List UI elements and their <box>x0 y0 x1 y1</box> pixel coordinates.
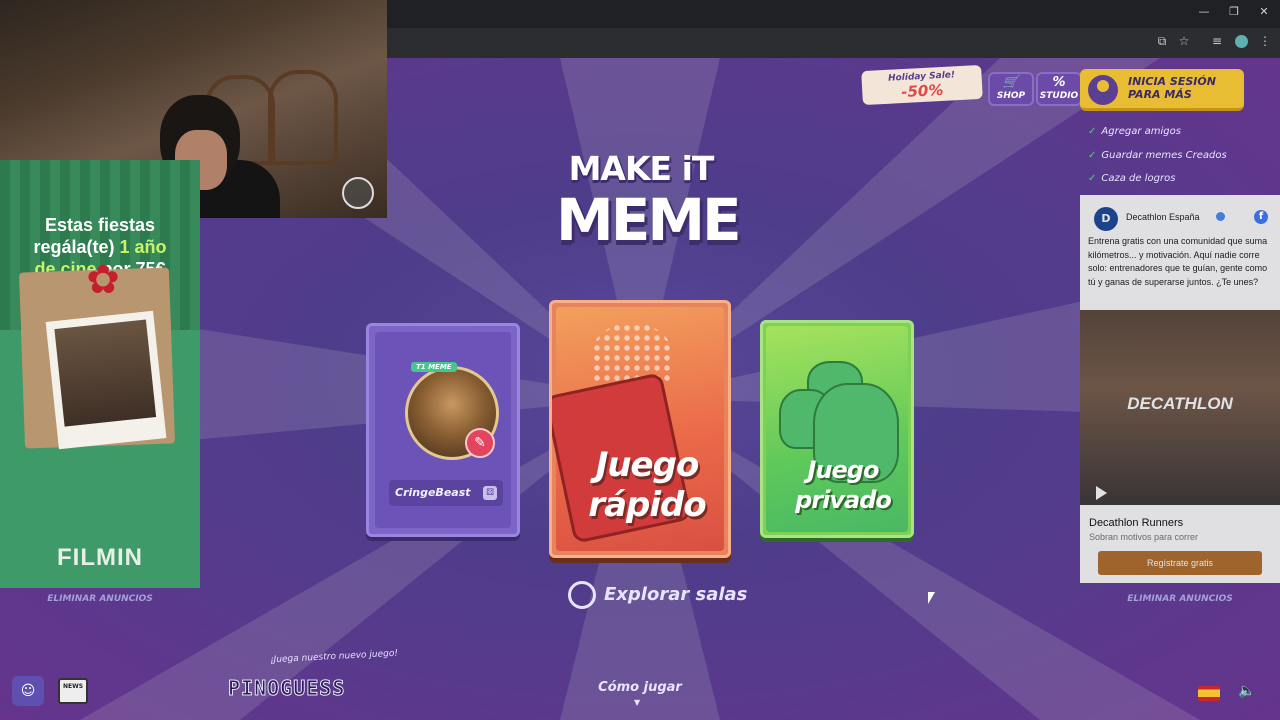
ad-headline-line: regála(te) <box>33 237 120 257</box>
close-icon[interactable]: ✕ <box>1255 5 1273 18</box>
randomize-name-icon[interactable]: ⚄ <box>483 486 497 500</box>
quick-play-label-line: rápido <box>588 485 706 525</box>
language-flag-icon[interactable] <box>1198 686 1220 701</box>
perk-item: ✓ Agregar amigos <box>1088 126 1181 137</box>
promo-game-link[interactable]: PINOGUESS <box>227 676 345 701</box>
ad-title: Decathlon Runners <box>1089 517 1184 529</box>
ad-body-text: Entrena gratis con una comunidad que sum… <box>1088 236 1268 287</box>
ad-subtitle: Sobran motivos para correr <box>1089 532 1199 542</box>
restore-icon[interactable]: ❐ <box>1225 5 1243 18</box>
perk-label: Caza de logros <box>1101 173 1176 184</box>
profile-card-inner: T1 MEME ✎ CringeBeast ⚄ <box>375 332 511 528</box>
perk-label: Agregar amigos <box>1101 126 1181 137</box>
game-logo: MAKE iT MEME <box>556 149 742 270</box>
news-button[interactable]: NEWS <box>58 678 88 704</box>
explore-rooms-label: Explorar salas <box>604 584 748 605</box>
mouse-cursor-icon <box>928 592 935 604</box>
profile-icon[interactable] <box>1235 35 1248 48</box>
install-icon[interactable]: ⧉ <box>1154 34 1170 49</box>
remove-ads-link[interactable]: ELIMINAR ANUNCIOS <box>1080 594 1280 604</box>
dot-pattern <box>592 323 672 383</box>
perk-label: Guardar memes Creados <box>1101 150 1227 161</box>
private-game-label-line: Juego <box>807 456 880 484</box>
private-game-label: Juego privado <box>783 455 903 515</box>
verified-icon <box>1216 212 1225 221</box>
gift-photo-image <box>54 319 157 427</box>
check-icon: ✓ <box>1088 173 1097 184</box>
check-icon: ✓ <box>1088 150 1097 161</box>
globe-icon <box>568 581 596 609</box>
quick-play-button[interactable]: Juego rápido <box>549 300 731 558</box>
ad-headline-line: Estas fiestas <box>44 215 156 235</box>
minimize-icon[interactable]: — <box>1195 5 1213 18</box>
studio-button[interactable]: % STUDIO <box>1036 72 1082 106</box>
news-label: NEWS <box>62 683 84 690</box>
star-icon[interactable]: ☆ <box>1176 34 1192 48</box>
how-to-play-link[interactable]: Cómo jugar <box>580 680 700 695</box>
remove-ads-link[interactable]: ELIMINAR ANUNCIOS <box>0 594 200 604</box>
quick-play-label: Juego rápido <box>572 445 722 525</box>
bow-icon: ✿ <box>86 257 120 303</box>
ad-video-logo: DECATHLON <box>1127 394 1233 413</box>
logo-line: MAKE iT <box>568 149 715 188</box>
private-game-label-line: privado <box>795 486 892 514</box>
play-icon[interactable] <box>1096 486 1107 500</box>
login-label: INICIA SESIÓN PARA MÁS <box>1128 75 1216 101</box>
user-icon <box>1088 75 1118 105</box>
shop-label: SHOP <box>996 91 1026 101</box>
media-icon[interactable]: ≡ <box>1209 34 1225 48</box>
webcam-control-icon <box>342 177 374 209</box>
ad-page-name: Decathlon España <box>1126 212 1200 222</box>
private-game-button[interactable]: Juego privado <box>760 320 914 538</box>
studio-label: STUDIO <box>1039 91 1079 101</box>
profile-card: T1 MEME ✎ CringeBeast ⚄ <box>366 323 520 537</box>
ad-video[interactable]: DECATHLON <box>1080 310 1280 505</box>
perk-item: ✓ Caza de logros <box>1088 173 1175 184</box>
discord-button[interactable]: ☺ <box>12 676 44 706</box>
gift-photo <box>45 310 167 450</box>
holiday-sale-badge[interactable]: Holiday Sale! -50% <box>861 64 983 106</box>
quick-play-label-line: Juego <box>595 445 700 485</box>
meme-tag: T1 MEME <box>411 362 457 372</box>
edit-avatar-icon[interactable]: ✎ <box>465 428 495 458</box>
login-line: PARA MÁS <box>1128 88 1192 101</box>
decathlon-logo-icon: D <box>1094 207 1118 231</box>
menu-icon[interactable]: ⋮ <box>1257 34 1273 48</box>
shop-button[interactable]: 🛒 SHOP <box>988 72 1034 106</box>
login-line: INICIA SESIÓN <box>1128 75 1216 88</box>
perk-item: ✓ Guardar memes Creados <box>1088 150 1227 161</box>
facebook-icon: f <box>1254 210 1268 224</box>
ad-headline-highlight: 1 año <box>119 237 167 257</box>
ad-signup-button[interactable]: Regístrate gratis <box>1098 551 1262 575</box>
login-button[interactable]: INICIA SESIÓN PARA MÁS <box>1080 69 1244 111</box>
ad-brand: FILMIN <box>57 544 143 571</box>
right-ad[interactable]: D Decathlon España Entrena gratis con un… <box>1080 195 1280 583</box>
check-icon: ✓ <box>1088 126 1097 137</box>
percent-icon: % <box>1052 75 1066 90</box>
discord-icon: ☺ <box>20 683 36 699</box>
cart-icon: 🛒 <box>1002 75 1020 90</box>
username-input[interactable]: CringeBeast ⚄ <box>389 480 503 506</box>
username-value: CringeBeast <box>395 486 471 499</box>
sound-mute-icon[interactable]: 🔈 <box>1238 683 1255 699</box>
logo-line: MEME <box>556 186 742 254</box>
chair-shape <box>268 70 338 165</box>
ad-header: D Decathlon España <box>1088 203 1272 231</box>
chevron-down-icon[interactable]: ▼ <box>634 698 640 707</box>
